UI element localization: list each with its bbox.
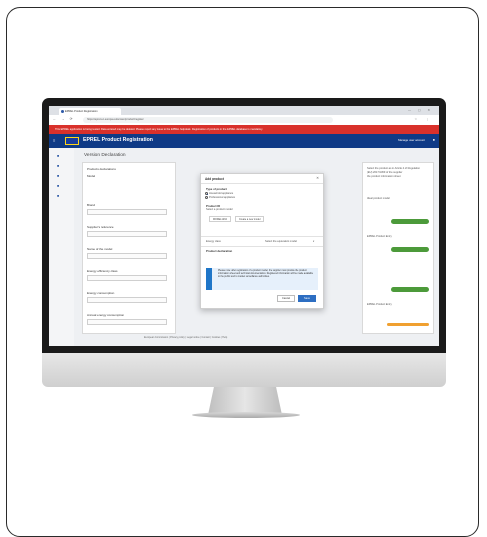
- navigation-icons[interactable]: ← → ⟳: [53, 117, 75, 121]
- sidebar-item-4[interactable]: ■: [57, 184, 59, 188]
- sidebar-item-3[interactable]: ■: [57, 174, 59, 178]
- form-label: Annual energy consumption: [87, 313, 125, 317]
- form-label: Name of the model: [87, 247, 113, 251]
- divider: [201, 236, 323, 237]
- favicon-icon: [61, 110, 64, 113]
- info-line: Ideal product model: [367, 197, 390, 200]
- form-label: Model: [87, 174, 96, 178]
- page-title: Version Declaration: [84, 153, 126, 158]
- chevron-down-icon[interactable]: ▾: [313, 240, 314, 243]
- browser-tab-strip: EPREL Product Registration — ▢ ✕: [49, 106, 439, 115]
- cancel-button[interactable]: Cancel: [277, 295, 295, 302]
- monitor-screen: EPREL Product Registration — ▢ ✕ ← → ⟳ h…: [49, 106, 439, 346]
- eu-flag-logo: [65, 137, 79, 145]
- validate-button[interactable]: [391, 247, 429, 252]
- form-label: Energy efficiency class: [87, 269, 118, 273]
- radio-household[interactable]: [205, 192, 208, 195]
- product-type-label: Type of product: [206, 187, 227, 191]
- menu-icon[interactable]: ≡: [53, 138, 55, 143]
- footer-links[interactable]: European Commission | Privacy policy | L…: [144, 336, 227, 339]
- form-panel: Products declarations Model Brand Suppli…: [82, 162, 176, 334]
- monitor-stand: [208, 387, 282, 415]
- save-button[interactable]: Save: [298, 295, 316, 302]
- declaration-label: Product declaration: [206, 249, 233, 253]
- radio-professional-label: Professional appliance: [209, 196, 236, 199]
- header-user-icon[interactable]: ●: [433, 137, 436, 142]
- status-bar: [387, 323, 429, 326]
- browser-tab[interactable]: EPREL Product Registration: [59, 108, 121, 115]
- dialog-title: Add product: [205, 177, 224, 181]
- validate-button[interactable]: [391, 287, 429, 292]
- close-icon[interactable]: ✕: [316, 176, 319, 180]
- form-label: Brand: [87, 203, 96, 207]
- info-panel: Select the product as in Article 4 of Re…: [362, 162, 434, 334]
- info-line: EPREL Product Entry: [367, 303, 392, 306]
- sidebar-item-2[interactable]: ■: [57, 164, 59, 168]
- browser-tab-title: EPREL Product Registration: [65, 110, 98, 113]
- info-line: Select the product as in Article 4 of Re…: [367, 167, 421, 170]
- radio-professional[interactable]: [205, 196, 208, 199]
- url-field[interactable]: https://eprel.ec.europa.eu/screen/produc…: [83, 117, 333, 123]
- divider: [201, 183, 323, 184]
- energy-class-label: Energy class: [206, 240, 221, 243]
- annual-consumption-field[interactable]: [87, 319, 167, 325]
- energy-consumption-field[interactable]: [87, 297, 167, 303]
- info-notice: Please note: after registration of a pro…: [206, 268, 318, 290]
- info-line: EPREL Product Entry: [367, 235, 392, 238]
- energy-class-field[interactable]: [87, 275, 167, 281]
- brand-field[interactable]: [87, 209, 167, 215]
- sidebar-item-1[interactable]: ■: [57, 154, 59, 158]
- divider: [201, 246, 323, 247]
- monitor-foot: [192, 412, 300, 418]
- user-account-link[interactable]: Manage user account: [398, 138, 425, 142]
- sidebar-item-5[interactable]: ■: [57, 194, 59, 198]
- create-model-chip[interactable]: Create a new model: [235, 216, 265, 222]
- app-title: EPREL Product Registration: [83, 137, 153, 143]
- validate-button[interactable]: [391, 219, 429, 224]
- add-product-dialog: Add product ✕ Type of product Household …: [200, 173, 324, 309]
- info-line: (EU) 2017/1369 of the supplier: [367, 171, 403, 174]
- supplier-reference-field[interactable]: [87, 231, 167, 237]
- info-notice-text: Please note: after registration of a pro…: [218, 270, 313, 278]
- model-chip[interactable]: MODEL1234: [209, 216, 231, 222]
- warning-banner: This EPREL application is being tested. …: [49, 125, 439, 134]
- monitor-chin: [42, 353, 446, 387]
- toolbar-icons[interactable]: ☆ ⋮: [414, 117, 433, 121]
- form-label: Products declarations: [87, 167, 116, 171]
- form-label: Supplier's reference: [87, 225, 114, 229]
- app-header: ≡ EPREL Product Registration Manage user…: [49, 134, 439, 148]
- window-controls[interactable]: — ▢ ✕: [408, 108, 433, 112]
- info-line: the product information sheet: [367, 175, 401, 178]
- radio-household-label: Household appliance: [209, 192, 234, 195]
- model-name-field[interactable]: [87, 253, 167, 259]
- product-id-hint: Select a product model: [206, 208, 233, 211]
- sidebar: ■ ■ ■ ■ ■: [49, 148, 75, 346]
- form-label: Energy consumption: [87, 291, 115, 295]
- monitor-bezel: EPREL Product Registration — ▢ ✕ ← → ⟳ h…: [42, 98, 446, 353]
- equivalent-model-select[interactable]: Select the equivalent model: [265, 240, 297, 243]
